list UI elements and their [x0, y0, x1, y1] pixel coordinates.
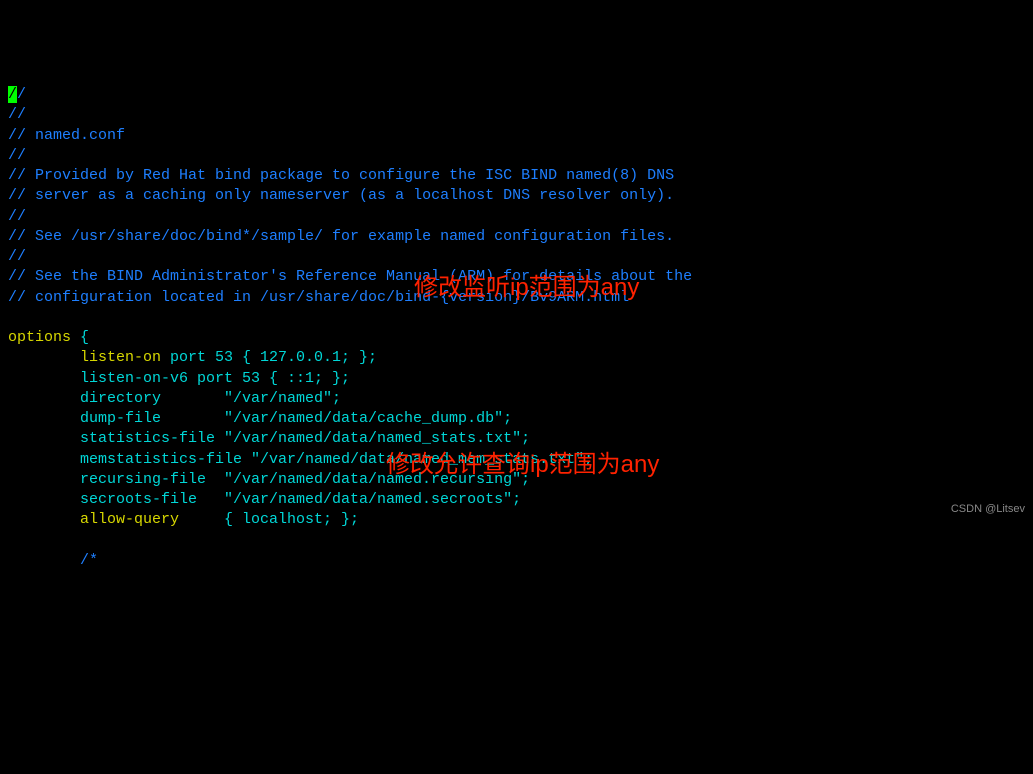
listen-on-v6-directive: listen-on-v6 port 53 { ::1; }; [80, 370, 350, 387]
comment-line: // See /usr/share/doc/bind*/sample/ for … [8, 227, 1025, 247]
listen-on-directive: listen-on [80, 349, 161, 366]
comment-line: // [8, 247, 1025, 267]
comment-line: // Provided by Red Hat bind package to c… [8, 166, 1025, 186]
block-comment-start: /* [80, 552, 98, 569]
allow-query-value: { localhost; }; [179, 511, 359, 528]
annotation-allow-query: 修改允许查询ip范围为any [386, 449, 659, 481]
listen-on-value: port 53 { 127.0.0.1; }; [161, 349, 377, 366]
directory-directive: directory "/var/named"; [80, 390, 341, 407]
statistics-file-directive: statistics-file "/var/named/data/named_s… [80, 430, 530, 447]
comment-line: / [17, 86, 26, 103]
brace-open: { [71, 329, 89, 346]
comment-line: // server as a caching only nameserver (… [8, 186, 1025, 206]
comment-line: // named.conf [8, 126, 1025, 146]
options-keyword: options [8, 329, 71, 346]
cursor: / [8, 86, 17, 103]
dump-file-directive: dump-file "/var/named/data/cache_dump.db… [80, 410, 512, 427]
code-editor[interactable]: ////// named.conf//// Provided by Red Ha… [8, 85, 1025, 571]
watermark: CSDN @Litsev [951, 502, 1025, 517]
allow-query-directive: allow-query [80, 511, 179, 528]
annotation-listen-ip: 修改监听ip范围为any [414, 272, 639, 304]
secroots-file-directive: secroots-file "/var/named/data/named.sec… [80, 491, 521, 508]
comment-line: // [8, 146, 1025, 166]
comment-line: // [8, 105, 1025, 125]
comment-line: // [8, 207, 1025, 227]
